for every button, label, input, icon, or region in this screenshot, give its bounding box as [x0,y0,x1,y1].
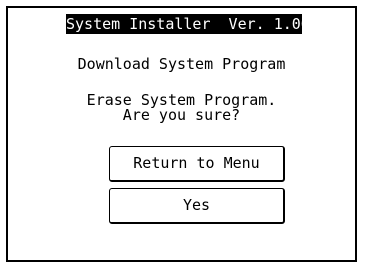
return-to-menu-button[interactable]: Return to Menu [109,146,285,182]
installer-screen: System Installer Ver. 1.00 Download Syst… [6,6,357,262]
title-bar: System Installer Ver. 1.00 [66,14,310,34]
dialog-subtitle: Download System Program [77,55,286,73]
confirmation-message: Erase System Program. Are you sure? [8,93,355,123]
message-line-2: Are you sure? [122,106,241,124]
yes-button[interactable]: Yes [109,188,285,224]
